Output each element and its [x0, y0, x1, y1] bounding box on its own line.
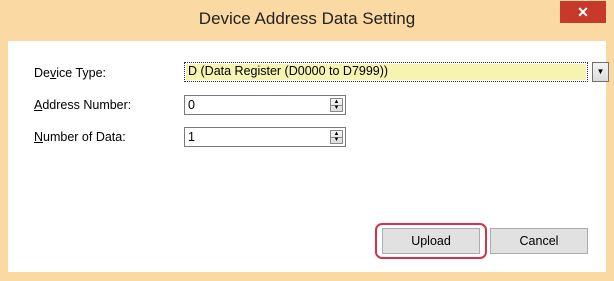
number-of-data-label: Number of Data: — [34, 130, 126, 144]
address-number-label: Address Number: — [34, 98, 132, 112]
title-bar[interactable]: Device Address Data Setting ✕ — [0, 0, 614, 41]
address-number-field[interactable]: 0 ▲ ▼ — [184, 95, 346, 115]
dialog-title: Device Address Data Setting — [198, 9, 416, 28]
upload-button[interactable]: Upload — [382, 228, 480, 254]
device-type-label: Device Type: — [34, 66, 107, 80]
cancel-button[interactable]: Cancel — [490, 228, 588, 254]
device-type-value: D (Data Register (D0000 to D7999)) — [188, 64, 389, 78]
number-of-data-field[interactable]: 1 ▲ ▼ — [184, 127, 346, 147]
device-type-dropdown-button[interactable]: ▼ — [592, 62, 609, 82]
address-number-value: 0 — [188, 98, 195, 112]
chevron-down-icon: ▼ — [596, 67, 605, 76]
spin-down-icon[interactable]: ▼ — [331, 105, 342, 111]
address-number-spinner[interactable]: ▲ ▼ — [330, 98, 343, 112]
dialog-window: Device Address Data Setting ✕ Device Typ… — [0, 0, 614, 281]
number-of-data-spinner[interactable]: ▲ ▼ — [330, 130, 343, 144]
close-button[interactable]: ✕ — [560, 1, 606, 23]
close-icon: ✕ — [577, 4, 589, 20]
spin-down-icon[interactable]: ▼ — [331, 137, 342, 143]
number-of-data-value: 1 — [188, 130, 195, 144]
dialog-body: Device Type: D (Data Register (D0000 to … — [8, 41, 609, 272]
device-type-select[interactable]: D (Data Register (D0000 to D7999)) — [184, 62, 588, 82]
